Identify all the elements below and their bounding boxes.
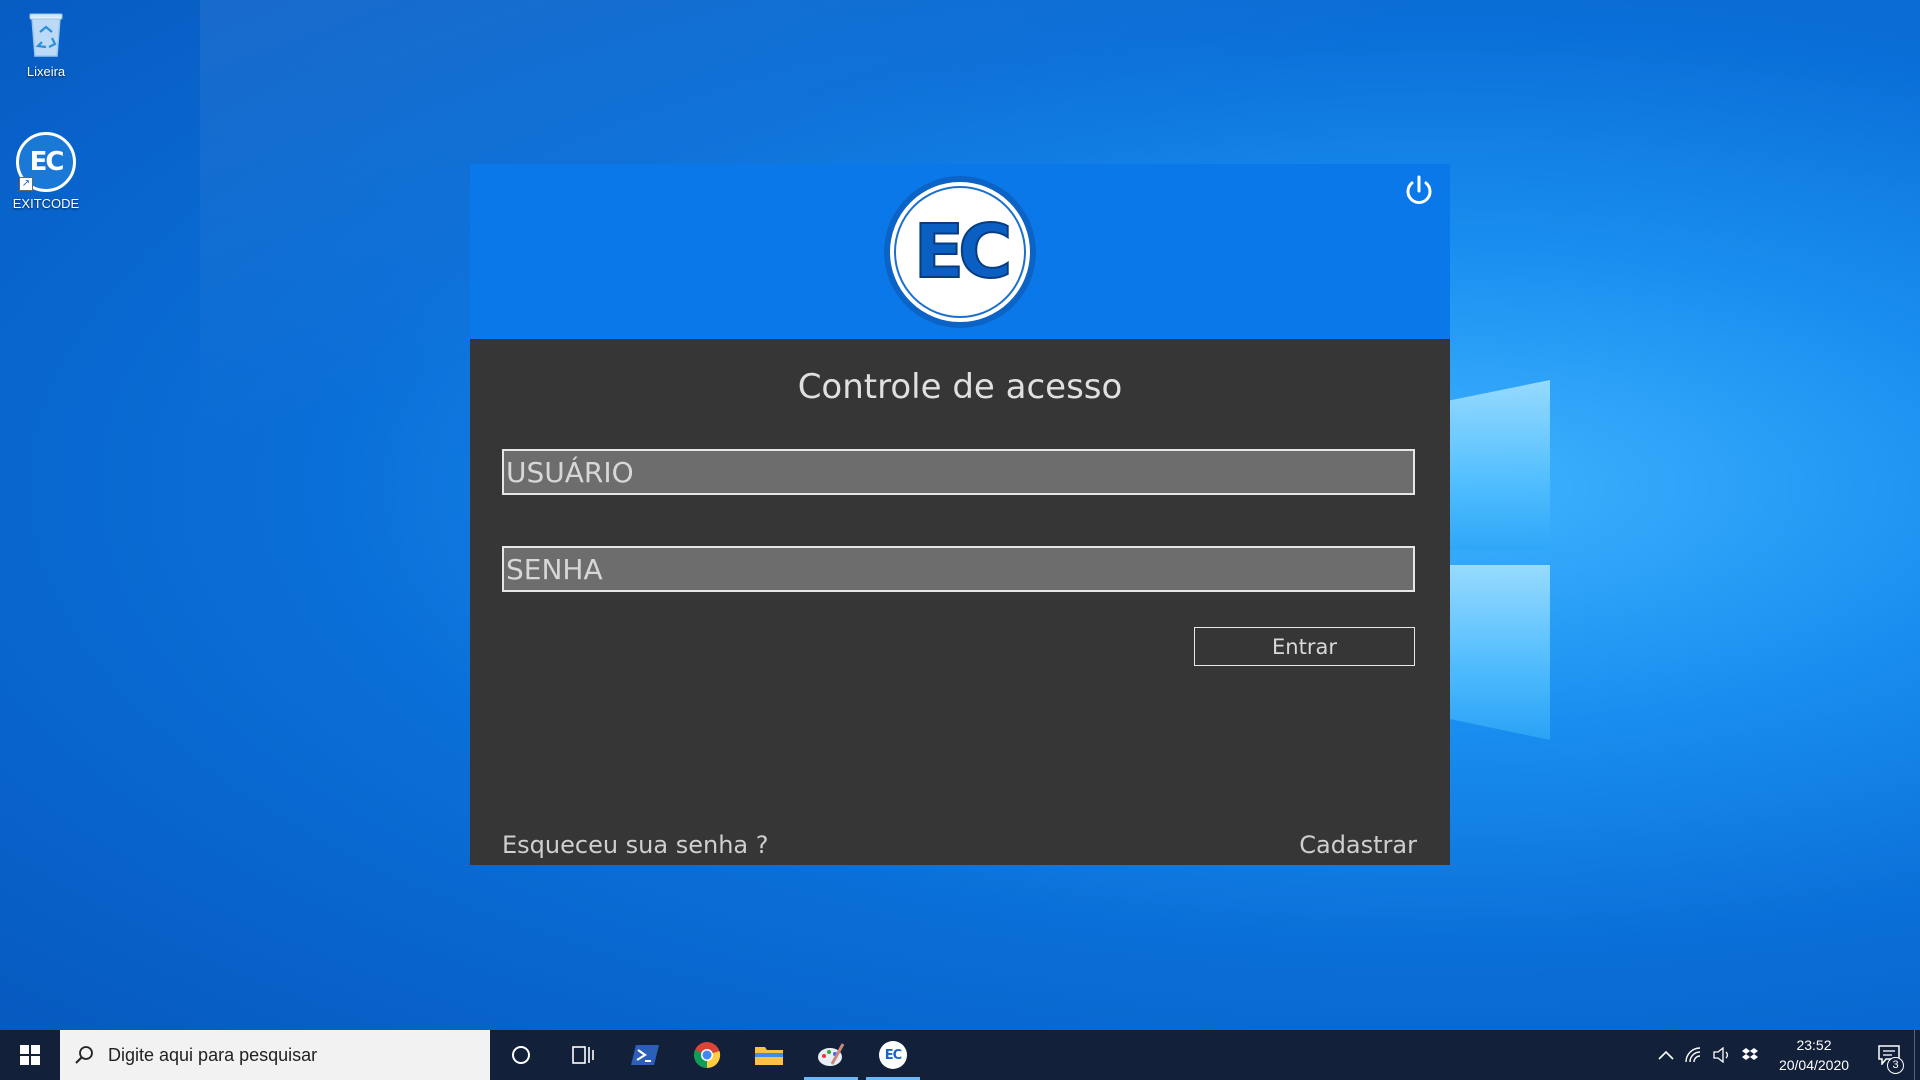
- exitcode-app-icon: EC ↗: [16, 132, 76, 192]
- search-input[interactable]: [108, 1044, 468, 1066]
- register-link[interactable]: Cadastrar: [1299, 831, 1417, 859]
- task-view-icon: [572, 1046, 594, 1064]
- password-input[interactable]: [502, 546, 1415, 592]
- login-header: EC: [470, 164, 1450, 339]
- taskbar-clock[interactable]: 23:52 20/04/2020: [1764, 1035, 1864, 1075]
- power-button[interactable]: [1398, 170, 1440, 212]
- login-window: EC Controle de acesso Entrar Esqueceu su…: [470, 164, 1450, 865]
- desktop-icon-label: Lixeira: [26, 64, 66, 79]
- paint-icon: [818, 1043, 845, 1066]
- taskbar-app-chrome[interactable]: [676, 1030, 738, 1080]
- app-logo-ring: EC: [894, 186, 1026, 318]
- file-explorer-icon: [755, 1047, 783, 1065]
- forgot-password-link[interactable]: Esqueceu sua senha ?: [502, 831, 769, 859]
- clock-date: 20/04/2020: [1778, 1057, 1850, 1073]
- shortcut-arrow-icon: ↗: [19, 177, 33, 191]
- exitcode-icon-glyph: EC: [29, 147, 65, 177]
- recycle-bin-icon: [20, 8, 72, 60]
- page-title: Controle de acesso: [797, 367, 1123, 407]
- cortana-button[interactable]: [490, 1030, 552, 1080]
- windows-logo-icon: [20, 1045, 40, 1065]
- show-hidden-icons-button[interactable]: [1652, 1030, 1680, 1080]
- taskbar-app-exitcode[interactable]: EC: [862, 1030, 924, 1080]
- app-logo-text: EC: [913, 208, 1014, 296]
- network-button[interactable]: [1680, 1030, 1708, 1080]
- exitcode-app-icon: EC: [879, 1041, 907, 1069]
- speaker-icon: [1713, 1047, 1728, 1063]
- dropbox-button[interactable]: [1736, 1030, 1764, 1080]
- dropbox-icon: [1742, 1048, 1758, 1060]
- taskbar-app-paint[interactable]: [800, 1030, 862, 1080]
- start-button[interactable]: [0, 1030, 60, 1080]
- notification-count-badge: 3: [1887, 1057, 1904, 1074]
- taskbar-search[interactable]: [60, 1030, 490, 1080]
- desktop-icon-label: EXITCODE: [12, 196, 80, 211]
- search-icon: [75, 1046, 93, 1064]
- cortana-icon: [512, 1046, 530, 1064]
- app-logo: EC: [884, 176, 1036, 328]
- taskbar: EC 23:52 20/04/2020: [0, 1030, 1920, 1080]
- username-input[interactable]: [502, 449, 1415, 495]
- login-button[interactable]: Entrar: [1194, 627, 1415, 666]
- exitcode-icon-glyph: EC: [884, 1047, 902, 1063]
- taskbar-app-file-explorer[interactable]: [738, 1030, 800, 1080]
- system-tray: 23:52 20/04/2020 3: [1652, 1030, 1920, 1080]
- desktop-icon-exitcode[interactable]: EC ↗ EXITCODE: [0, 132, 92, 211]
- wallpaper-windows-logo: [1440, 380, 1550, 740]
- show-desktop-button[interactable]: [1914, 1030, 1920, 1080]
- clock-time: 23:52: [1796, 1037, 1832, 1053]
- powershell-icon: [631, 1045, 659, 1065]
- power-icon: [1406, 175, 1432, 204]
- chevron-up-icon: [1658, 1050, 1674, 1060]
- taskbar-app-powershell[interactable]: [614, 1030, 676, 1080]
- volume-button[interactable]: [1708, 1030, 1736, 1080]
- desktop-icon-recycle-bin[interactable]: Lixeira: [0, 8, 92, 79]
- chrome-icon: [694, 1042, 721, 1069]
- network-icon: [1685, 1047, 1701, 1063]
- task-view-button[interactable]: [552, 1030, 614, 1080]
- action-center-button[interactable]: 3: [1864, 1030, 1914, 1080]
